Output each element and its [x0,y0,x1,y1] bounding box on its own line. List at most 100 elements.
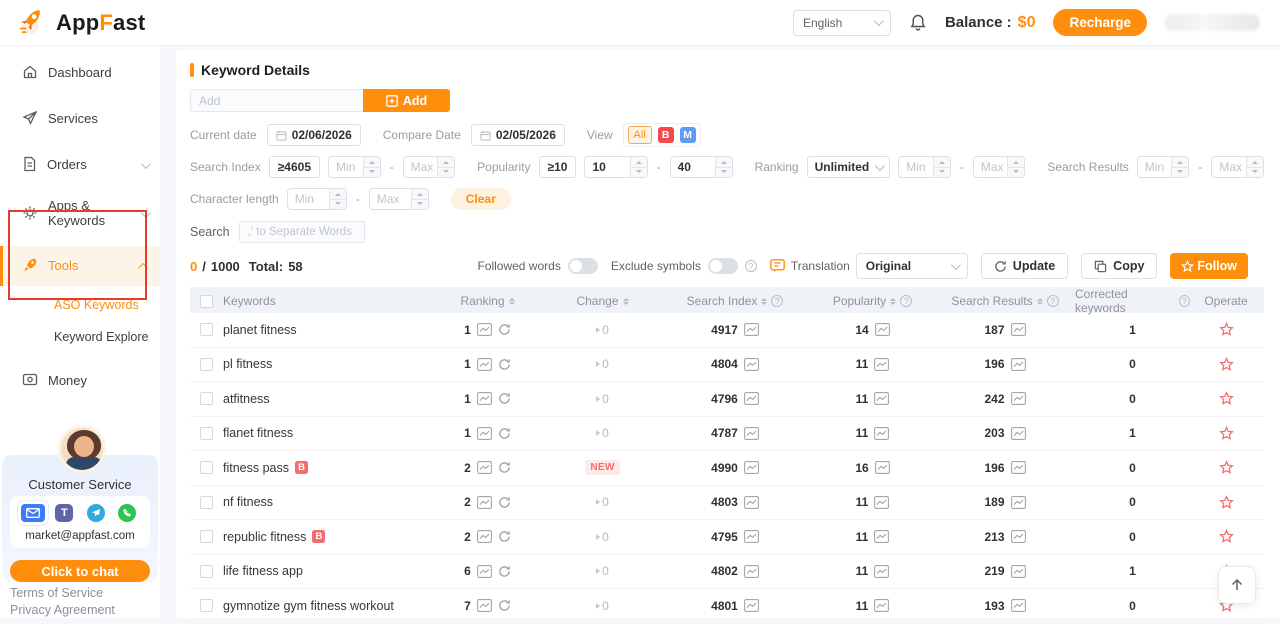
line-chart-icon[interactable] [874,496,889,509]
popularity-max-input[interactable] [670,156,733,178]
line-chart-icon[interactable] [477,565,492,578]
clear-button[interactable]: Clear [451,188,511,210]
col-search-index[interactable]: Search Index ? [660,294,810,308]
row-checkbox[interactable] [200,599,213,612]
line-chart-icon[interactable] [477,461,492,474]
star-outline-icon[interactable] [1219,357,1234,372]
line-chart-icon[interactable] [874,392,889,405]
col-change[interactable]: Change [545,294,660,308]
exclude-symbols-toggle[interactable] [708,258,738,274]
view-b-button[interactable]: B [658,127,674,143]
refresh-icon[interactable] [498,392,511,405]
line-chart-icon[interactable] [477,530,492,543]
row-checkbox[interactable] [200,323,213,336]
col-search-results[interactable]: Search Results ? [935,294,1075,308]
sort-arrows-icon[interactable] [509,297,515,306]
search-index-min-input[interactable] [328,156,381,178]
line-chart-icon[interactable] [1011,323,1026,336]
line-chart-icon[interactable] [477,323,492,336]
translation-select[interactable]: Original [856,253,968,279]
telegram-channel-button[interactable] [81,501,111,525]
line-chart-icon[interactable] [1011,496,1026,509]
search-index-threshold[interactable]: ≥4605 [269,156,320,178]
line-chart-icon[interactable] [1011,461,1026,474]
follow-button[interactable]: Follow [1170,253,1248,279]
whatsapp-channel-button[interactable] [112,501,142,525]
compare-date-input[interactable]: 02/05/2026 [471,124,565,146]
line-chart-icon[interactable] [744,323,759,336]
sort-arrows-icon[interactable] [890,297,896,306]
line-chart-icon[interactable] [1011,358,1026,371]
refresh-icon[interactable] [498,461,511,474]
sort-arrows-icon[interactable] [1037,297,1043,306]
line-chart-icon[interactable] [874,565,889,578]
line-chart-icon[interactable] [477,392,492,405]
refresh-icon[interactable] [498,599,511,612]
star-outline-icon[interactable] [1219,426,1234,441]
ranking-max-input[interactable] [973,156,1026,178]
add-keyword-button[interactable]: Add [363,89,450,112]
row-checkbox[interactable] [200,461,213,474]
sidebar-subitem-aso-keywords[interactable]: ASO Keywords [0,292,160,318]
line-chart-icon[interactable] [1011,427,1026,440]
line-chart-icon[interactable] [874,599,889,612]
row-checkbox[interactable] [200,427,213,440]
line-chart-icon[interactable] [1011,392,1026,405]
row-checkbox[interactable] [200,358,213,371]
search-index-max-input[interactable] [403,156,456,178]
update-button[interactable]: Update [981,253,1068,279]
line-chart-icon[interactable] [744,461,759,474]
ranking-select[interactable]: Unlimited [807,156,891,178]
refresh-icon[interactable] [498,358,511,371]
search-keywords-input[interactable] [239,221,365,243]
bell-icon[interactable] [909,13,927,32]
sidebar-item-money[interactable]: Money [0,362,160,400]
star-outline-icon[interactable] [1219,460,1234,475]
user-account-redacted[interactable] [1165,14,1260,31]
row-checkbox[interactable] [200,496,213,509]
line-chart-icon[interactable] [744,599,759,612]
refresh-icon[interactable] [498,565,511,578]
followed-words-toggle[interactable] [568,258,598,274]
view-m-button[interactable]: M [680,127,696,143]
line-chart-icon[interactable] [477,599,492,612]
row-checkbox[interactable] [200,530,213,543]
character-length-max-input[interactable] [369,188,429,210]
line-chart-icon[interactable] [1011,565,1026,578]
terms-of-service-link[interactable]: Terms of Service [10,585,115,602]
row-checkbox[interactable] [200,392,213,405]
line-chart-icon[interactable] [744,358,759,371]
line-chart-icon[interactable] [477,496,492,509]
star-outline-icon[interactable] [1219,529,1234,544]
select-all-checkbox[interactable] [200,295,213,308]
current-date-input[interactable]: 02/06/2026 [267,124,361,146]
line-chart-icon[interactable] [744,530,759,543]
character-length-min-input[interactable] [287,188,347,210]
view-all-button[interactable]: All [628,126,652,144]
sidebar-item-tools[interactable]: Tools [0,246,160,286]
sidebar-item-services[interactable]: Services [0,100,160,138]
line-chart-icon[interactable] [744,565,759,578]
line-chart-icon[interactable] [874,530,889,543]
star-outline-icon[interactable] [1219,391,1234,406]
refresh-icon[interactable] [498,427,511,440]
line-chart-icon[interactable] [1011,599,1026,612]
click-to-chat-button[interactable]: Click to chat [10,560,150,582]
teams-channel-button[interactable]: T [49,501,79,525]
line-chart-icon[interactable] [477,427,492,440]
sort-arrows-icon[interactable] [761,297,767,306]
sidebar-item-orders[interactable]: Orders [0,146,160,184]
back-to-top-button[interactable] [1218,566,1256,604]
line-chart-icon[interactable] [744,496,759,509]
popularity-min-input[interactable] [584,156,647,178]
sidebar-subitem-keyword-explore[interactable]: Keyword Explore [0,324,160,350]
line-chart-icon[interactable] [477,358,492,371]
line-chart-icon[interactable] [1011,530,1026,543]
line-chart-icon[interactable] [875,461,890,474]
copy-button[interactable]: Copy [1081,253,1157,279]
search-results-min-input[interactable] [1137,156,1190,178]
email-channel-button[interactable] [18,501,48,525]
refresh-icon[interactable] [498,323,511,336]
col-ranking[interactable]: Ranking [430,294,545,308]
search-results-max-input[interactable] [1211,156,1264,178]
